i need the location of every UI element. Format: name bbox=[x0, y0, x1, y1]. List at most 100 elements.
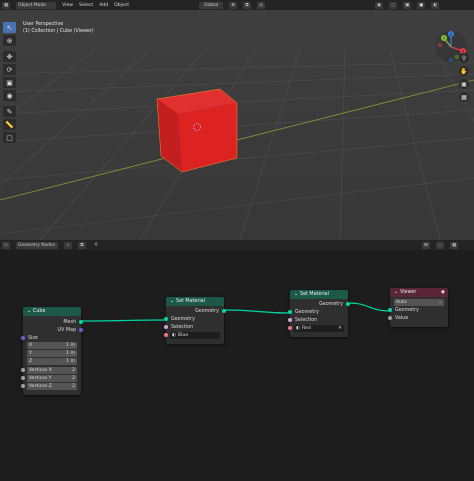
perspective-toggle-icon[interactable]: ▦ bbox=[459, 92, 469, 102]
selection-input-label: Selection bbox=[171, 324, 194, 330]
zoom-icon[interactable]: ⚲ bbox=[459, 53, 469, 63]
add-cube-tool-icon[interactable]: ▢ bbox=[3, 132, 16, 143]
snap-nodes-icon[interactable]: ⊞ bbox=[422, 241, 430, 249]
scale-tool-icon[interactable]: ▣ bbox=[3, 77, 16, 88]
selection-input-socket[interactable] bbox=[288, 318, 292, 322]
viewport-scene bbox=[0, 10, 474, 240]
mode-select[interactable]: Object Mode bbox=[16, 1, 57, 9]
pin-icon[interactable]: ⚲ bbox=[92, 242, 100, 249]
vertices-x-label: Vertices X bbox=[29, 367, 52, 373]
unlink-material-icon[interactable]: ✕ bbox=[338, 326, 342, 331]
vertices-y-label: Vertices Y bbox=[29, 375, 52, 381]
cursor-tool-icon[interactable]: ⊕ bbox=[3, 35, 16, 46]
cube-node-header[interactable]: ⌄ Cube bbox=[23, 307, 81, 316]
size-x-field[interactable]: X 1 m bbox=[27, 342, 77, 349]
snap-icon[interactable]: ⧉ bbox=[243, 1, 252, 9]
new-tree-icon[interactable]: ⧉ bbox=[78, 241, 86, 249]
material-name-blue: Blue bbox=[178, 332, 189, 338]
mesh-output-socket[interactable] bbox=[79, 320, 83, 324]
material-field-red[interactable]: ◐ Red ✕ bbox=[294, 324, 344, 332]
viewer-node-header[interactable]: ⌄ Viewer ◉ bbox=[390, 288, 448, 297]
set-material-red-header[interactable]: ⌄ Set Material bbox=[290, 290, 348, 299]
overlay-icon[interactable]: ◌ bbox=[389, 1, 398, 9]
material-field-blue[interactable]: ◐ Blue bbox=[170, 331, 220, 339]
viewer-geometry-label: Geometry bbox=[395, 307, 419, 313]
collapse-chevron-icon[interactable]: ⌄ bbox=[170, 299, 174, 304]
material-input-socket[interactable] bbox=[288, 326, 292, 330]
camera-icon[interactable]: ▣ bbox=[459, 79, 469, 89]
value-input-socket[interactable] bbox=[388, 316, 392, 320]
pivot-icon[interactable]: ⊕ bbox=[229, 1, 238, 9]
size-y-label: Y bbox=[29, 351, 32, 356]
geometry-input-socket[interactable] bbox=[388, 308, 392, 312]
uv-map-output-socket[interactable] bbox=[79, 328, 83, 332]
shading-material-icon[interactable]: ◐ bbox=[431, 1, 440, 9]
domain-select[interactable]: Auto ⌄ bbox=[394, 298, 444, 306]
proportional-edit-icon[interactable]: ◎ bbox=[257, 1, 266, 9]
chevron-down-icon: ⌄ bbox=[438, 299, 442, 305]
node-editor-header: ◇ Geometry Nodes ☆ ⧉ ⚲ ⊞ ◌ ▦ bbox=[0, 240, 474, 250]
editor-type-button[interactable]: ▦ bbox=[2, 1, 11, 9]
set-material-red-node[interactable]: ⌄ Set Material Geometry Geometry Selecti… bbox=[288, 290, 350, 337]
selection-input-socket[interactable] bbox=[164, 325, 168, 329]
measure-tool-icon[interactable]: 📏 bbox=[3, 119, 16, 130]
cube-node[interactable]: ⌄ Cube Mesh UV Map Size X 1 m Y 1 m Z 1 m V… bbox=[21, 307, 83, 395]
selection-input-label: Selection bbox=[295, 317, 318, 323]
menu-object[interactable]: Object bbox=[114, 3, 129, 8]
vertices-y-field[interactable]: Vertices Y 2 bbox=[27, 374, 77, 382]
overlay-nodes-icon[interactable]: ◌ bbox=[436, 241, 444, 249]
vertices-z-label: Vertices Z bbox=[29, 383, 52, 389]
size-x-value: 1 m bbox=[66, 343, 75, 348]
menu-select[interactable]: Select bbox=[79, 3, 93, 8]
menu-view[interactable]: View bbox=[62, 3, 73, 8]
geometry-input-socket[interactable] bbox=[164, 317, 168, 321]
size-y-field[interactable]: Y 1 m bbox=[27, 350, 77, 357]
vertices-x-field[interactable]: Vertices X 2 bbox=[27, 366, 77, 374]
eye-icon[interactable]: ◉ bbox=[441, 290, 445, 295]
set-material-blue-node[interactable]: ⌄ Set Material Geometry Geometry Selecti… bbox=[164, 297, 226, 344]
geometry-output-socket[interactable] bbox=[346, 302, 350, 306]
size-z-label: Z bbox=[29, 359, 33, 364]
sidebar-toggle-icon[interactable]: ▦ bbox=[450, 241, 459, 249]
size-input-socket[interactable] bbox=[21, 336, 25, 340]
move-tool-icon[interactable]: ✥ bbox=[3, 51, 16, 62]
geometry-output-label: Geometry bbox=[195, 308, 219, 314]
fake-user-icon[interactable]: ☆ bbox=[64, 241, 72, 249]
menu-add[interactable]: Add bbox=[99, 3, 108, 8]
size-x-label: X bbox=[29, 343, 33, 348]
collapse-chevron-icon[interactable]: ⌄ bbox=[294, 292, 298, 297]
size-y-value: 1 m bbox=[66, 351, 75, 356]
viewer-value-label: Value bbox=[395, 315, 409, 321]
transform-tool-icon[interactable]: ◉ bbox=[3, 90, 16, 101]
vertices-y-socket[interactable] bbox=[21, 376, 25, 380]
vertices-z-socket[interactable] bbox=[21, 384, 25, 388]
set-material-blue-title: Set Material bbox=[176, 299, 205, 304]
size-z-field[interactable]: Z 1 m bbox=[27, 358, 77, 365]
collapse-chevron-icon[interactable]: ⌄ bbox=[27, 309, 31, 314]
geometry-output-socket[interactable] bbox=[222, 309, 226, 313]
node-editor-type-icon[interactable]: ◇ bbox=[2, 241, 10, 249]
vertices-z-field[interactable]: Vertices Z 2 bbox=[27, 382, 77, 390]
geometry-input-socket[interactable] bbox=[288, 310, 292, 314]
rotate-tool-icon[interactable]: ⟳ bbox=[3, 64, 16, 75]
annotate-tool-icon[interactable]: ✎ bbox=[3, 106, 16, 117]
vertices-x-socket[interactable] bbox=[21, 368, 25, 372]
collapse-chevron-icon[interactable]: ⌄ bbox=[394, 290, 398, 295]
node-tree-select[interactable]: Geometry Nodes bbox=[16, 241, 58, 249]
material-sphere-icon: ◐ bbox=[172, 332, 177, 338]
xray-icon[interactable]: ▣ bbox=[403, 1, 412, 9]
mesh-output-label: Mesh bbox=[63, 319, 76, 325]
material-input-socket[interactable] bbox=[164, 333, 168, 337]
shading-solid-icon[interactable]: ● bbox=[417, 1, 426, 9]
select-tool-icon[interactable]: ↖ bbox=[3, 22, 16, 33]
pan-hand-icon[interactable]: ✋ bbox=[459, 66, 469, 76]
node-editor-canvas[interactable]: ⌄ Cube Mesh UV Map Size X 1 m Y 1 m Z 1 m V… bbox=[0, 250, 474, 481]
domain-value: Auto bbox=[396, 299, 407, 305]
set-material-blue-header[interactable]: ⌄ Set Material bbox=[166, 297, 224, 306]
3d-viewport[interactable]: User Perspective (1) Collection | Cube (… bbox=[0, 10, 474, 240]
viewport-header: ▦ Object Mode View Select Add Object Glo… bbox=[0, 0, 474, 10]
orientation-select[interactable]: Global bbox=[199, 1, 224, 9]
cube-node-title: Cube bbox=[33, 309, 46, 314]
viewer-node[interactable]: ⌄ Viewer ◉ Auto ⌄ Geometry Value bbox=[388, 288, 448, 327]
view-options-icon[interactable]: ◉ bbox=[375, 1, 384, 9]
